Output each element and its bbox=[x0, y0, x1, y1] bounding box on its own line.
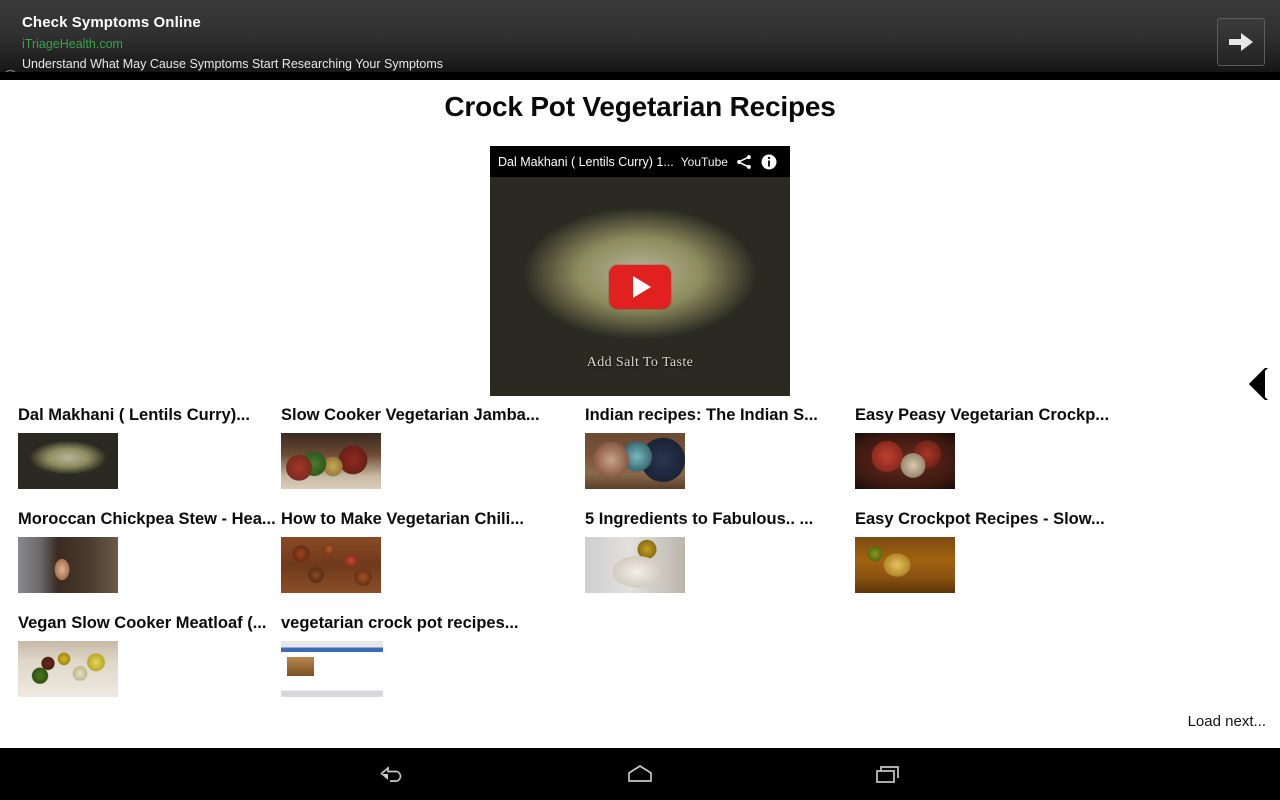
result-item[interactable]: Indian recipes: The Indian S... bbox=[580, 405, 850, 509]
result-item-empty bbox=[850, 613, 1150, 717]
results-row: Dal Makhani ( Lentils Curry)... Slow Coo… bbox=[0, 405, 1280, 509]
screen: Check Symptoms Online iTriageHealth.com … bbox=[0, 0, 1280, 800]
result-thumbnail-image bbox=[281, 537, 381, 593]
load-next-button[interactable]: Load next... bbox=[1188, 713, 1266, 730]
result-thumbnail[interactable] bbox=[585, 537, 685, 593]
video-title: Dal Makhani ( Lentils Curry) 1... bbox=[498, 154, 674, 169]
result-title[interactable]: How to Make Vegetarian Chili... bbox=[281, 509, 580, 531]
back-icon bbox=[380, 766, 402, 782]
result-title[interactable]: Dal Makhani ( Lentils Curry)... bbox=[18, 405, 277, 427]
result-title[interactable]: Indian recipes: The Indian S... bbox=[585, 405, 850, 427]
nav-recents-button[interactable] bbox=[862, 754, 914, 794]
result-thumbnail-image bbox=[18, 433, 118, 489]
result-item[interactable]: Dal Makhani ( Lentils Curry)... bbox=[0, 405, 277, 509]
video-caption: Add Salt To Taste bbox=[586, 355, 694, 370]
play-button[interactable] bbox=[609, 264, 671, 309]
result-item[interactable]: 5 Ingredients to Fabulous.. ... bbox=[580, 509, 850, 613]
result-title[interactable]: Easy Crockpot Recipes - Slow... bbox=[855, 509, 1150, 531]
result-item[interactable]: Easy Peasy Vegetarian Crockp... bbox=[850, 405, 1150, 509]
result-item[interactable]: vegetarian crock pot recipes... bbox=[277, 613, 580, 717]
video-player[interactable]: Dal Makhani ( Lentils Curry) 1... YouTub… bbox=[490, 146, 790, 396]
results-row: Vegan Slow Cooker Meatloaf (... vegetari… bbox=[0, 613, 1280, 717]
result-thumbnail[interactable] bbox=[18, 641, 118, 697]
result-item-empty bbox=[580, 613, 850, 717]
recents-icon bbox=[876, 766, 899, 783]
results-grid: Dal Makhani ( Lentils Curry)... Slow Coo… bbox=[0, 405, 1280, 717]
result-thumbnail[interactable] bbox=[281, 641, 383, 697]
result-thumbnail-image bbox=[18, 537, 118, 593]
home-icon bbox=[628, 764, 652, 782]
result-title[interactable]: Vegan Slow Cooker Meatloaf (... bbox=[18, 613, 277, 635]
android-navigation-bar bbox=[0, 748, 1280, 800]
result-item[interactable]: How to Make Vegetarian Chili... bbox=[277, 509, 580, 613]
arrow-right-icon bbox=[1229, 33, 1253, 51]
back-chevron-button[interactable] bbox=[1240, 364, 1274, 404]
result-thumbnail-image bbox=[585, 433, 685, 489]
video-brand-label: YouTube bbox=[680, 154, 728, 169]
result-thumbnail-image bbox=[585, 537, 685, 593]
video-thumbnail[interactable]: Add Salt To Taste bbox=[490, 177, 790, 396]
ad-banner-divider bbox=[0, 72, 1280, 80]
share-icon[interactable] bbox=[735, 153, 753, 171]
ad-arrow-right-button[interactable] bbox=[1217, 18, 1265, 66]
chevron-left-icon bbox=[1249, 368, 1268, 400]
nav-home-button[interactable] bbox=[614, 754, 666, 794]
result-thumbnail-image bbox=[855, 537, 955, 593]
video-player-chrome: Dal Makhani ( Lentils Curry) 1... YouTub… bbox=[490, 146, 790, 177]
info-icon[interactable] bbox=[760, 153, 778, 171]
ad-url[interactable]: iTriageHealth.com bbox=[22, 37, 123, 51]
result-thumbnail-image bbox=[18, 641, 118, 697]
main-content: Crock Pot Vegetarian Recipes Dal Makhani… bbox=[0, 80, 1280, 748]
result-thumbnail-image bbox=[281, 641, 383, 697]
result-item[interactable]: Easy Crockpot Recipes - Slow... bbox=[850, 509, 1150, 613]
ad-description: Understand What May Cause Symptoms Start… bbox=[22, 57, 444, 71]
page-title: Crock Pot Vegetarian Recipes bbox=[444, 91, 836, 122]
result-thumbnail-image bbox=[281, 433, 381, 489]
result-thumbnail-image bbox=[855, 433, 955, 489]
result-title[interactable]: 5 Ingredients to Fabulous.. ... bbox=[585, 509, 850, 531]
result-thumbnail[interactable] bbox=[18, 433, 118, 489]
result-thumbnail[interactable] bbox=[585, 433, 685, 489]
result-thumbnail[interactable] bbox=[281, 537, 381, 593]
play-icon bbox=[633, 275, 651, 298]
ad-headline: Check Symptoms Online bbox=[22, 14, 201, 31]
result-thumbnail[interactable] bbox=[281, 433, 381, 489]
result-item[interactable]: Slow Cooker Vegetarian Jamba... bbox=[277, 405, 580, 509]
result-item[interactable]: Vegan Slow Cooker Meatloaf (... bbox=[0, 613, 277, 717]
result-title[interactable]: Moroccan Chickpea Stew - Hea... bbox=[18, 509, 277, 531]
result-title[interactable]: Easy Peasy Vegetarian Crockp... bbox=[855, 405, 1150, 427]
results-row: Moroccan Chickpea Stew - Hea... How to M… bbox=[0, 509, 1280, 613]
result-title[interactable]: Slow Cooker Vegetarian Jamba... bbox=[281, 405, 580, 427]
result-thumbnail[interactable] bbox=[855, 433, 955, 489]
result-thumbnail[interactable] bbox=[855, 537, 955, 593]
result-title[interactable]: vegetarian crock pot recipes... bbox=[281, 613, 580, 635]
result-item[interactable]: Moroccan Chickpea Stew - Hea... bbox=[0, 509, 277, 613]
result-thumbnail[interactable] bbox=[18, 537, 118, 593]
nav-back-button[interactable] bbox=[366, 754, 418, 794]
ad-banner[interactable]: Check Symptoms Online iTriageHealth.com … bbox=[0, 0, 1280, 80]
